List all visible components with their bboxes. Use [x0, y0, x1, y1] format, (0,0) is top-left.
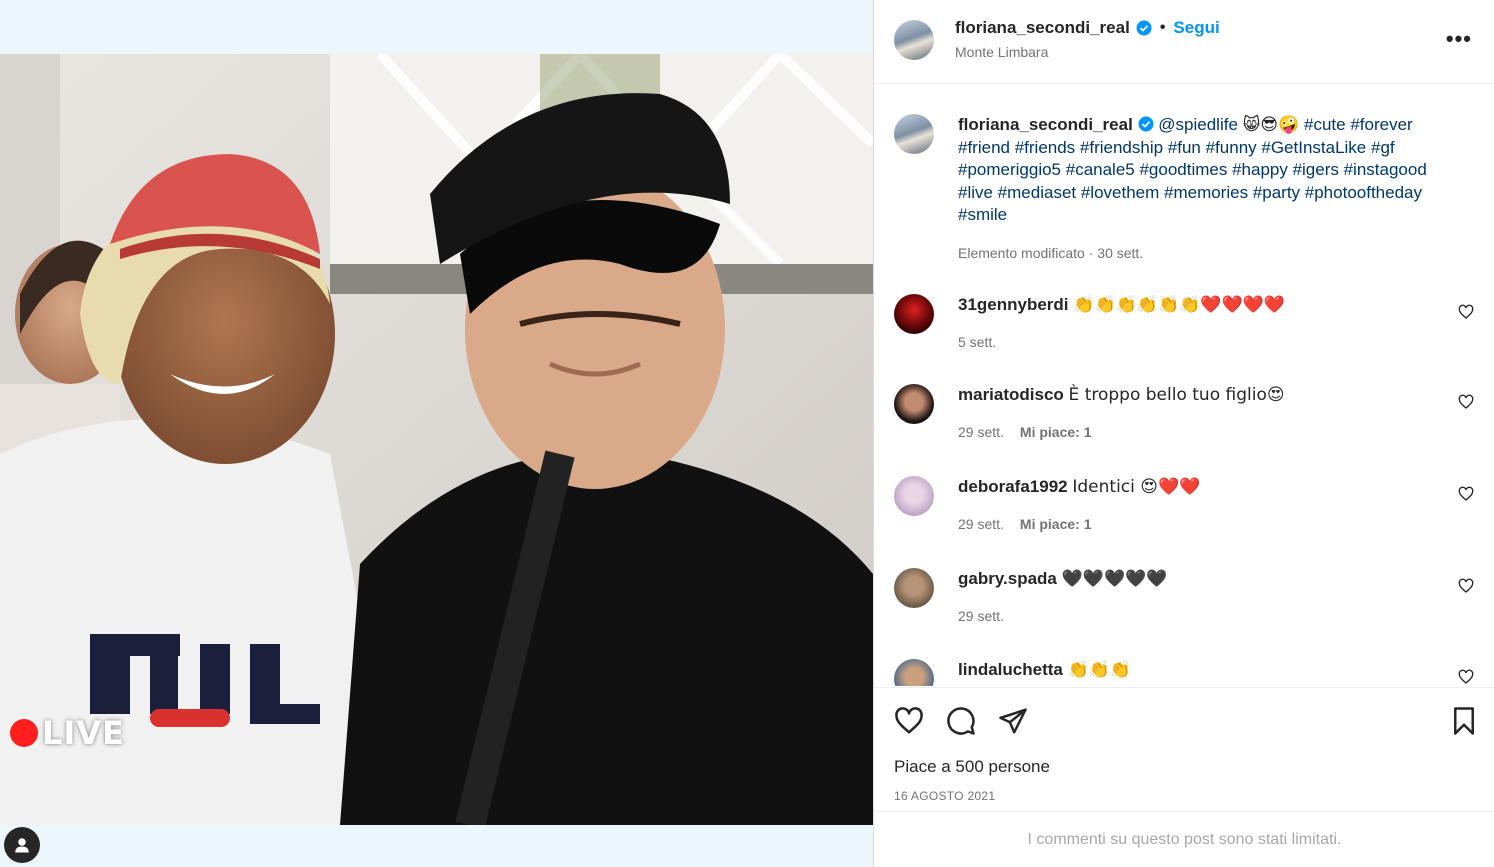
caption-username-link[interactable]: floriana_secondi_real — [958, 115, 1133, 134]
like-comment-heart-icon[interactable] — [1458, 669, 1474, 685]
share-icon[interactable] — [998, 706, 1028, 736]
avatar[interactable] — [894, 114, 934, 154]
comment-likes-link[interactable]: Mi piace: 1 — [1020, 424, 1092, 440]
comment-meta: 5 sett. — [958, 334, 1474, 350]
comment-content: 👏👏👏👏👏👏❤️❤️❤️❤️ — [1073, 295, 1285, 315]
avatar[interactable] — [894, 20, 934, 60]
tagged-users-button[interactable] — [4, 827, 40, 863]
more-options-button[interactable]: ••• — [1446, 28, 1472, 50]
list-item: lindaluchetta 👏👏👏 — [894, 659, 1474, 686]
post-caption: floriana_secondi_real @spiedlife 😸😎🤪 #cu… — [894, 114, 1454, 261]
live-dot-icon — [10, 719, 38, 747]
location-link[interactable]: Monte Limbara — [955, 44, 1048, 60]
avatar[interactable] — [894, 294, 934, 334]
comment-content: 👏👏👏 — [1067, 660, 1132, 680]
like-comment-heart-icon[interactable] — [1458, 304, 1474, 320]
comment-likes-link[interactable]: Mi piace: 1 — [1020, 516, 1092, 532]
caption-text: floriana_secondi_real @spiedlife 😸😎🤪 #cu… — [958, 114, 1454, 227]
list-item: gabry.spada 🖤🖤🖤🖤🖤 29 sett. — [894, 568, 1474, 648]
comment-text: mariatodisco È troppo bello tuo figlio😍 — [958, 384, 1474, 406]
avatar[interactable] — [894, 568, 934, 608]
comment-content: 🖤🖤🖤🖤🖤 — [1061, 569, 1168, 589]
comment-text: deborafa1992 Identici 😍❤️❤️ — [958, 476, 1474, 498]
like-comment-heart-icon[interactable] — [1458, 394, 1474, 410]
comment-content: È troppo bello tuo figlio😍 — [1068, 385, 1285, 405]
like-heart-icon[interactable] — [894, 706, 924, 736]
mention-link[interactable]: @spiedlife — [1158, 115, 1238, 134]
instagram-post-window: LIVE floriana_secondi_real • Segui Monte… — [0, 0, 1494, 867]
list-item: mariatodisco È troppo bello tuo figlio😍 … — [894, 384, 1474, 464]
comment-text: 31gennyberdi 👏👏👏👏👏👏❤️❤️❤️❤️ — [958, 294, 1474, 316]
list-item: 31gennyberdi 👏👏👏👏👏👏❤️❤️❤️❤️ 5 sett. — [894, 294, 1474, 374]
media-panel: LIVE — [0, 0, 873, 867]
comments-limited-notice: I commenti su questo post sono stati lim… — [874, 811, 1494, 867]
caption-emojis: 😸😎🤪 — [1242, 115, 1300, 135]
follow-button[interactable]: Segui — [1173, 18, 1219, 38]
avatar[interactable] — [894, 476, 934, 516]
post-side-panel: floriana_secondi_real • Segui Monte Limb… — [873, 0, 1494, 867]
post-header: floriana_secondi_real • Segui Monte Limb… — [874, 0, 1494, 84]
comments-feed[interactable]: floriana_secondi_real @spiedlife 😸😎🤪 #cu… — [874, 84, 1494, 686]
comment-username-link[interactable]: gabry.spada — [958, 569, 1057, 588]
avatar[interactable] — [894, 659, 934, 686]
verified-badge-icon — [1136, 20, 1152, 36]
avatar[interactable] — [894, 384, 934, 424]
comment-meta: 29 sett. Mi piace: 1 — [958, 424, 1474, 440]
caption-meta: Elemento modificato · 30 sett. — [958, 244, 1144, 261]
comment-time: 29 sett. — [958, 516, 1004, 532]
post-photo-image — [0, 54, 873, 825]
likes-count[interactable]: Piace a 500 persone — [894, 757, 1050, 777]
save-bookmark[interactable] — [1449, 706, 1479, 741]
comment-text: lindaluchetta 👏👏👏 — [958, 659, 1474, 681]
user-icon — [15, 838, 29, 853]
live-indicator: LIVE — [10, 714, 125, 752]
comment-time: 29 sett. — [958, 608, 1004, 624]
comment-meta: 29 sett. — [958, 608, 1474, 624]
comment-username-link[interactable]: lindaluchetta — [958, 660, 1063, 679]
comment-content: Identici 😍❤️❤️ — [1072, 477, 1201, 497]
comment-meta: 29 sett. Mi piace: 1 — [958, 516, 1474, 532]
live-label: LIVE — [42, 714, 125, 752]
comment-username-link[interactable]: mariatodisco — [958, 385, 1064, 404]
comment-icon[interactable] — [946, 706, 976, 736]
comment-username-link[interactable]: deborafa1992 — [958, 477, 1068, 496]
comment-text: gabry.spada 🖤🖤🖤🖤🖤 — [958, 568, 1474, 590]
comment-username-link[interactable]: 31gennyberdi — [958, 295, 1069, 314]
bookmark-icon[interactable] — [1449, 706, 1479, 736]
list-item: deborafa1992 Identici 😍❤️❤️ 29 sett. Mi … — [894, 476, 1474, 556]
post-actions: Piace a 500 persone 16 AGOSTO 2021 — [874, 687, 1494, 810]
post-photo[interactable] — [0, 54, 873, 825]
like-comment-heart-icon[interactable] — [1458, 578, 1474, 594]
author-username-link[interactable]: floriana_secondi_real — [955, 18, 1130, 38]
post-date: 16 AGOSTO 2021 — [894, 789, 996, 803]
like-comment-heart-icon[interactable] — [1458, 486, 1474, 502]
action-icons — [894, 706, 1028, 736]
comment-time: 5 sett. — [958, 334, 997, 350]
comment-time: 29 sett. — [958, 424, 1004, 440]
post-author: floriana_secondi_real • Segui — [955, 18, 1220, 38]
verified-badge-icon — [1138, 116, 1154, 132]
separator: • — [1159, 19, 1166, 36]
